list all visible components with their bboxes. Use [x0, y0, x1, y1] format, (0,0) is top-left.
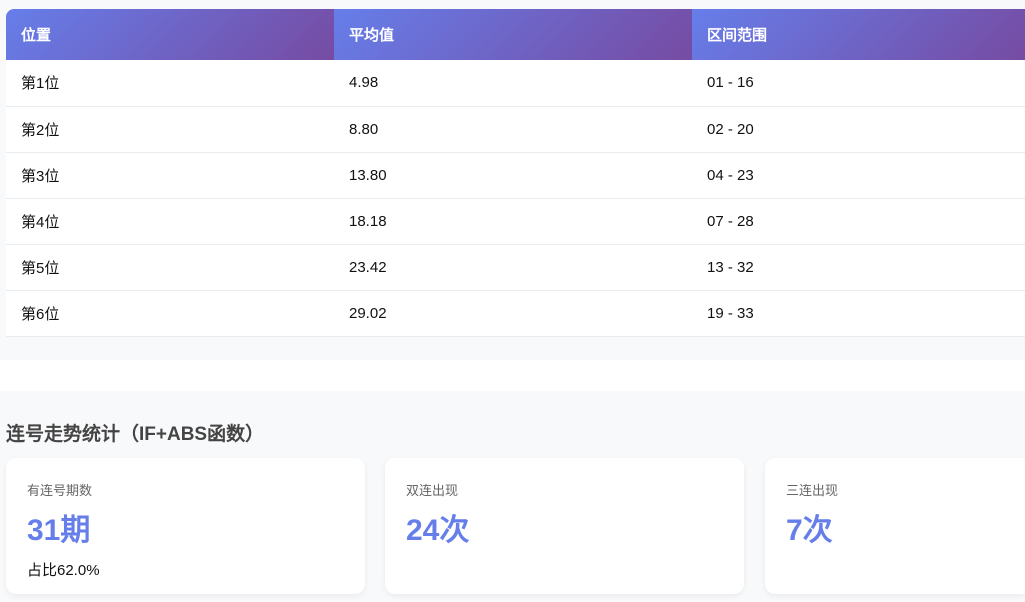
table-header-row: 位置 平均值 区间范围 — [6, 9, 1025, 60]
stat-subtext: 占比62.0% — [27, 562, 100, 579]
header-range: 区间范围 — [692, 9, 1025, 60]
cell-range: 02 - 20 — [692, 106, 1025, 153]
table-row: 第3位 13.80 04 - 23 — [6, 152, 1025, 199]
cell-position: 第2位 — [6, 106, 334, 153]
cell-range: 07 - 28 — [692, 198, 1025, 245]
stat-card-double: 双连出现 24次 — [385, 458, 744, 594]
stat-value: 7次 — [786, 514, 833, 547]
cell-average: 4.98 — [334, 60, 692, 107]
stat-label: 三连出现 — [786, 483, 839, 498]
cell-range: 13 - 32 — [692, 244, 1025, 291]
cell-range: 04 - 23 — [692, 152, 1025, 199]
stat-value: 31期 — [27, 514, 91, 547]
stat-card-triple: 三连出现 7次 — [765, 458, 1025, 594]
cell-position: 第1位 — [6, 60, 334, 107]
cell-position: 第4位 — [6, 198, 334, 245]
table-row: 第1位 4.98 01 - 16 — [6, 60, 1025, 107]
cell-average: 23.42 — [334, 244, 692, 291]
table-row: 第6位 29.02 19 - 33 — [6, 290, 1025, 337]
header-position: 位置 — [6, 9, 334, 60]
stat-value: 24次 — [406, 514, 470, 547]
cell-position: 第6位 — [6, 290, 334, 337]
stat-label: 有连号期数 — [27, 483, 93, 498]
consecutive-stats-section: 连号走势统计（IF+ABS函数） 有连号期数 31期 占比62.0% 双连出现 … — [0, 391, 1025, 602]
section-title: 连号走势统计（IF+ABS函数） — [6, 424, 265, 445]
table-row: 第2位 8.80 02 - 20 — [6, 106, 1025, 153]
cell-average: 8.80 — [334, 106, 692, 153]
stat-label: 双连出现 — [406, 483, 459, 498]
position-stats-section: 位置 平均值 区间范围 第1位 4.98 01 - 16 第2位 8.80 02 - 20… — [0, 0, 1025, 360]
cell-position: 第5位 — [6, 244, 334, 291]
cell-average: 18.18 — [334, 198, 692, 245]
cell-average: 13.80 — [334, 152, 692, 199]
cell-average: 29.02 — [334, 290, 692, 337]
cell-range: 19 - 33 — [692, 290, 1025, 337]
header-average: 平均值 — [334, 9, 692, 60]
stat-card-consecutive-periods: 有连号期数 31期 占比62.0% — [6, 458, 365, 594]
table-row: 第4位 18.18 07 - 28 — [6, 198, 1025, 245]
position-stats-table: 位置 平均值 区间范围 第1位 4.98 01 - 16 第2位 8.80 02 - 20… — [6, 9, 1025, 337]
cell-position: 第3位 — [6, 152, 334, 199]
table-row: 第5位 23.42 13 - 32 — [6, 244, 1025, 291]
cell-range: 01 - 16 — [692, 60, 1025, 107]
